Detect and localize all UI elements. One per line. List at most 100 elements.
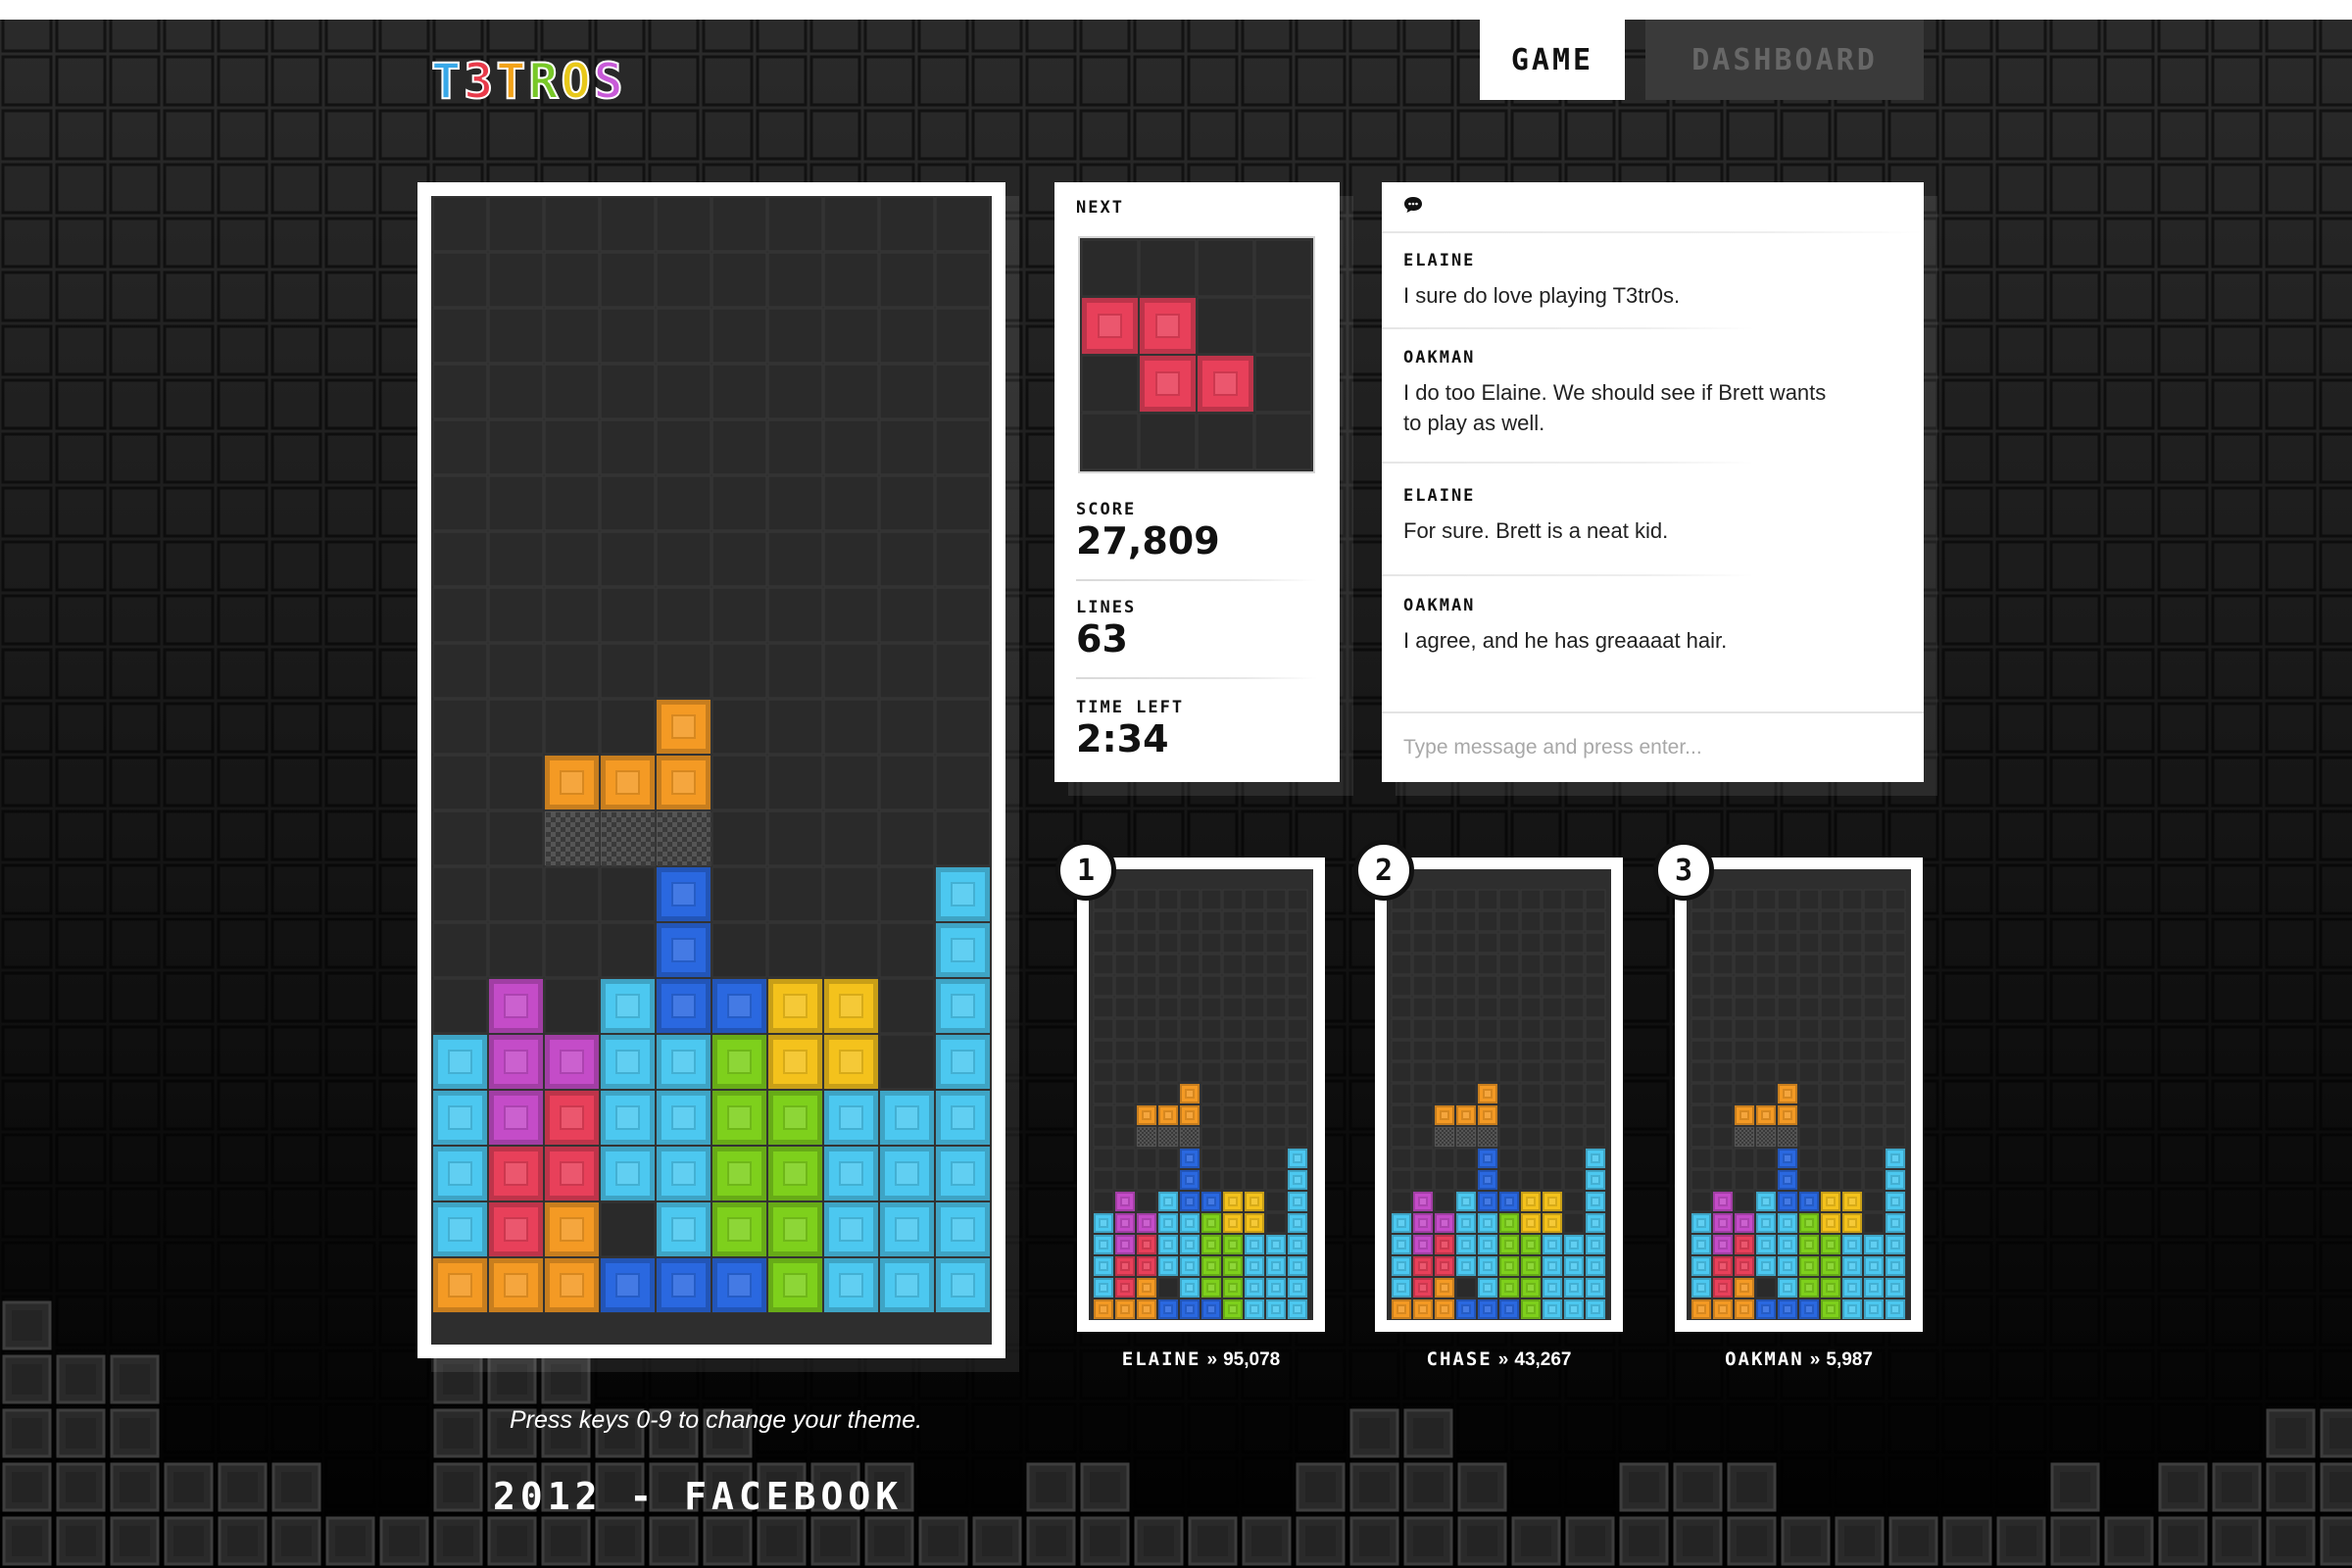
empty-cell <box>1585 1104 1606 1126</box>
block <box>1478 1256 1497 1276</box>
empty-cell <box>711 699 767 755</box>
block <box>824 1202 878 1256</box>
empty-cell <box>935 699 991 755</box>
empty-cell <box>935 531 991 587</box>
empty-cell <box>1455 889 1477 910</box>
empty-cell <box>1455 1083 1477 1104</box>
divider <box>1382 462 1754 464</box>
empty-cell <box>1863 997 1885 1018</box>
empty-cell <box>432 252 488 308</box>
empty-cell <box>1391 954 1412 975</box>
block <box>1478 1299 1497 1319</box>
empty-cell <box>1498 1126 1520 1148</box>
block <box>1413 1256 1433 1276</box>
block <box>1713 1192 1733 1211</box>
empty-cell <box>1885 932 1906 954</box>
block <box>1288 1192 1307 1211</box>
block <box>1778 1192 1797 1211</box>
mini-board <box>1089 869 1313 1320</box>
empty-cell <box>1777 910 1798 932</box>
empty-cell <box>1520 1126 1542 1148</box>
empty-cell <box>656 531 711 587</box>
block <box>1223 1213 1243 1233</box>
game-board[interactable] <box>431 196 992 1345</box>
empty-cell <box>600 308 656 364</box>
empty-cell <box>1712 975 1734 997</box>
background-block <box>2 1408 52 1458</box>
empty-cell <box>767 531 823 587</box>
block <box>1864 1278 1884 1298</box>
empty-cell <box>1798 975 1820 997</box>
empty-cell <box>1287 997 1308 1018</box>
block <box>1821 1213 1840 1233</box>
background-block <box>1349 1516 1399 1566</box>
empty-cell <box>544 252 600 308</box>
score-label: SCORE <box>1076 500 1137 519</box>
empty-cell <box>1798 1061 1820 1083</box>
empty-cell <box>432 978 488 1034</box>
block <box>1564 1299 1584 1319</box>
empty-cell <box>1563 954 1585 975</box>
background-block <box>1835 1516 1885 1566</box>
empty-cell <box>1820 910 1841 932</box>
empty-cell <box>1734 1061 1755 1083</box>
empty-cell <box>1755 910 1777 932</box>
background-block <box>1403 1408 1453 1458</box>
empty-cell <box>1136 1083 1157 1104</box>
logo: T 3 T R O S <box>430 56 624 107</box>
block <box>433 1147 487 1200</box>
block <box>1799 1213 1819 1233</box>
empty-cell <box>1563 1169 1585 1191</box>
empty-cell <box>1820 1061 1841 1083</box>
tab-game[interactable]: GAME <box>1480 20 1625 100</box>
block <box>1821 1256 1840 1276</box>
empty-cell <box>1755 1083 1777 1104</box>
empty-cell <box>1114 910 1136 932</box>
empty-cell <box>879 866 935 922</box>
block <box>1735 1278 1754 1298</box>
empty-cell <box>1179 1040 1200 1061</box>
empty-cell <box>1222 954 1244 975</box>
empty-cell <box>1885 910 1906 932</box>
background-block <box>1242 1516 1292 1566</box>
empty-cell <box>1287 954 1308 975</box>
empty-cell <box>544 866 600 922</box>
empty-cell <box>1885 1083 1906 1104</box>
block <box>1735 1256 1754 1276</box>
leaderboard-board-1[interactable] <box>1077 858 1325 1332</box>
empty-cell <box>935 308 991 364</box>
block <box>657 867 710 921</box>
block <box>1691 1256 1711 1276</box>
block <box>1842 1235 1862 1254</box>
divider <box>1382 327 1754 329</box>
empty-cell <box>1690 997 1712 1018</box>
block <box>1288 1278 1307 1298</box>
chat-author: OAKMAN <box>1403 348 1476 368</box>
leaderboard-board-2[interactable] <box>1375 858 1623 1332</box>
background-block <box>56 1408 106 1458</box>
background-block <box>2320 1462 2352 1512</box>
block <box>1499 1235 1519 1254</box>
empty-cell <box>1755 889 1777 910</box>
empty-cell <box>1157 975 1179 997</box>
empty-cell <box>1222 1104 1244 1126</box>
empty-cell <box>1287 889 1308 910</box>
empty-cell <box>1498 1083 1520 1104</box>
empty-cell <box>1179 910 1200 932</box>
empty-cell <box>1585 1126 1606 1148</box>
block <box>1456 1105 1476 1125</box>
ghost-block <box>1158 1127 1178 1147</box>
empty-cell <box>1563 932 1585 954</box>
block <box>1223 1235 1243 1254</box>
empty-cell <box>1093 1018 1114 1040</box>
empty-cell <box>1412 889 1434 910</box>
empty-cell <box>1734 997 1755 1018</box>
leaderboard-board-3[interactable] <box>1675 858 1923 1332</box>
ghost-block <box>1478 1127 1497 1147</box>
empty-cell <box>488 252 544 308</box>
empty-cell <box>1244 1040 1265 1061</box>
tab-dashboard[interactable]: DASHBOARD <box>1645 20 1924 100</box>
block <box>1137 1235 1156 1254</box>
chat-input[interactable] <box>1382 711 1924 782</box>
background-block <box>918 1516 968 1566</box>
